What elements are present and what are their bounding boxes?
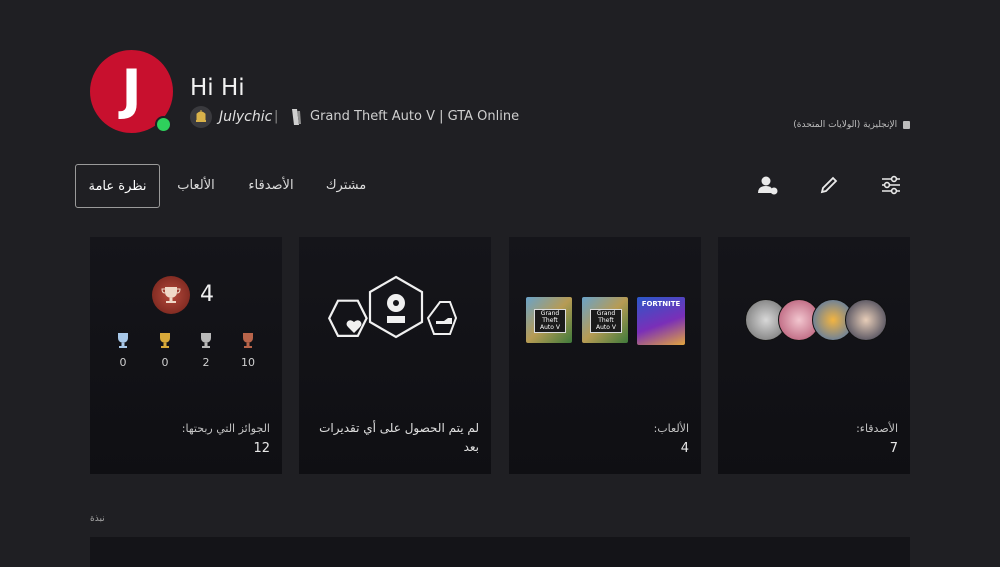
games-label: الألعاب: <box>653 422 689 435</box>
trophies-earned-value: 12 <box>253 441 270 456</box>
platinum-count: 0 <box>119 356 127 369</box>
gold-count: 0 <box>161 356 169 369</box>
game-thumbnail-fortnite: FORTNITE <box>637 297 685 345</box>
filter-icon <box>882 175 900 195</box>
silver-trophy-count: 2 <box>191 332 221 369</box>
language-region-text: الإنجليزية (الولايات المتحدة) <box>793 120 898 130</box>
trophies-card[interactable]: 4 0 0 2 10 الجوائز التي ربحتها: 12 <box>90 237 282 474</box>
trophies-earned-label: الجوائز التي ربحتها: <box>181 422 270 435</box>
filter-settings-button[interactable] <box>878 172 904 198</box>
add-friend-button[interactable] <box>755 172 781 198</box>
ps5-console-icon <box>290 108 302 126</box>
activity-panel <box>90 537 910 567</box>
profile-name: Hi Hi <box>190 75 245 101</box>
tab-overview[interactable]: نظرة عامة <box>75 164 160 208</box>
trophy-level: 4 <box>200 282 214 307</box>
bronze-count: 10 <box>241 356 255 369</box>
gold-trophy-icon <box>160 333 170 348</box>
now-playing-text: Grand Theft Auto V | GTA Online <box>310 109 520 124</box>
accolades-empty-text: لم يتم الحصول على أي تقديرات بعد <box>319 421 479 454</box>
friends-card[interactable]: الأصدقاء: 7 <box>718 237 910 474</box>
game-thumbnail-gta: Grand Theft Auto V <box>526 297 572 343</box>
silver-trophy-icon <box>201 333 211 348</box>
fortnite-logo: FORTNITE <box>641 300 681 308</box>
activity-section-label: نبذة <box>90 514 105 524</box>
friend-avatar <box>845 299 887 341</box>
ps-plus-badge-icon <box>190 106 212 128</box>
games-value: 4 <box>680 441 689 456</box>
gta-logo: Grand Theft Auto V <box>590 309 622 333</box>
online-id: Julychic <box>219 109 273 125</box>
gold-trophy-count: 0 <box>150 332 180 369</box>
tab-games[interactable]: الألعاب <box>170 164 222 206</box>
tab-subscription[interactable]: مشترك <box>318 164 374 206</box>
tab-friends[interactable]: الأصدقاء <box>242 164 300 206</box>
friends-value: 7 <box>889 441 898 456</box>
platinum-trophy-icon <box>118 333 128 348</box>
bronze-trophy-icon <box>243 333 253 348</box>
accolades-card[interactable]: لم يتم الحصول على أي تقديرات بعد <box>299 237 491 474</box>
header-separator: | <box>274 109 279 124</box>
bronze-trophy-count: 10 <box>233 332 263 369</box>
online-status-dot <box>155 116 172 133</box>
edit-icon <box>820 176 838 194</box>
edit-profile-button[interactable] <box>816 172 842 198</box>
language-region: الإنجليزية (الولايات المتحدة) <box>790 120 910 130</box>
avatar-letter: J <box>121 57 142 121</box>
add-friend-icon <box>758 176 778 195</box>
games-card[interactable]: Grand Theft Auto V Grand Theft Auto V FO… <box>509 237 701 474</box>
platinum-trophy-count: 0 <box>108 332 138 369</box>
game-thumbnail-gta-2: Grand Theft Auto V <box>582 297 628 343</box>
accolades-icon <box>327 275 458 339</box>
friends-label: الأصدقاء: <box>856 422 898 435</box>
silver-count: 2 <box>202 356 210 369</box>
gta-logo: Grand Theft Auto V <box>534 309 566 333</box>
lock-icon <box>903 120 910 129</box>
trophy-level-icon <box>152 276 190 314</box>
